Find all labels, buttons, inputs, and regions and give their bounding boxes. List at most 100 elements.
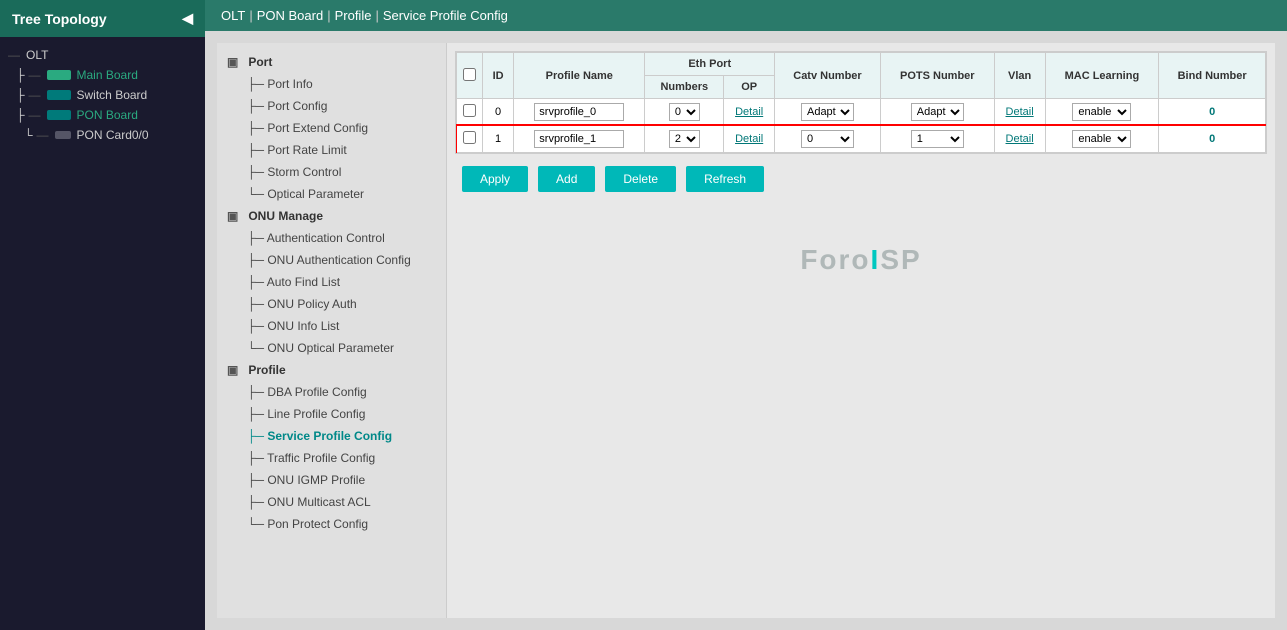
row1-profile-name-input[interactable] [534, 130, 624, 148]
row1-id: 1 [483, 126, 514, 153]
sidebar-item-olt[interactable]: — OLT [0, 45, 205, 65]
nav-dba-prefix: ├─ [247, 385, 267, 399]
main-board-device-icon [47, 70, 71, 80]
nav-port-rate-limit[interactable]: ├─ Port Rate Limit [217, 139, 446, 161]
nav-port-extend-config[interactable]: ├─ Port Extend Config [217, 117, 446, 139]
section-onu-manage[interactable]: ▣ ONU Manage [217, 205, 446, 227]
pon-card-label: PON Card0/0 [77, 128, 149, 142]
sidebar-header[interactable]: Tree Topology ◀ [0, 0, 205, 37]
nav-pon-protect-prefix: └─ [247, 517, 267, 531]
row1-mac-select[interactable]: enabledisable [1072, 130, 1131, 148]
nav-onu-auth-config[interactable]: ├─ ONU Authentication Config [217, 249, 446, 271]
row1-vlan-detail-btn[interactable]: Detail [1006, 133, 1034, 145]
row0-vlan-detail-btn[interactable]: Detail [1006, 106, 1034, 118]
row1-bind-number: 0 [1159, 126, 1266, 153]
nav-onu-optical-prefix: └─ [247, 341, 267, 355]
indent: ├ [16, 88, 25, 102]
breadcrumb: OLT | PON Board | Profile | Service Prof… [205, 0, 1287, 31]
row1-vlan-cell: Detail [994, 126, 1045, 153]
nav-port-config[interactable]: ├─ Port Config [217, 95, 446, 117]
breadcrumb-profile: Profile [335, 8, 372, 23]
section-profile-expand: ▣ [227, 363, 238, 377]
olt-label: OLT [26, 48, 48, 62]
sidebar-collapse-icon: ◀ [182, 10, 193, 27]
select-all-checkbox[interactable] [463, 68, 476, 81]
nav-onu-policy-auth[interactable]: ├─ ONU Policy Auth [217, 293, 446, 315]
watermark-pipe: I [871, 244, 881, 275]
row0-pots-select[interactable]: Adapt012 [911, 103, 964, 121]
breadcrumb-olt: OLT [221, 8, 245, 23]
switch-board-label: Switch Board [77, 88, 148, 102]
nav-traffic-profile-config[interactable]: ├─ Traffic Profile Config [217, 447, 446, 469]
row0-checkbox[interactable] [463, 104, 476, 117]
sidebar: Tree Topology ◀ — OLT ├ — Main Board ├ —… [0, 0, 205, 630]
nav-dba-profile-config[interactable]: ├─ DBA Profile Config [217, 381, 446, 403]
row1-eth-numbers-select[interactable]: 01234 [669, 130, 700, 148]
nav-service-profile-config[interactable]: ├─ Service Profile Config [217, 425, 446, 447]
nav-onu-multicast-prefix: ├─ [247, 495, 267, 509]
col-header-pots-number: POTS Number [880, 53, 994, 99]
nav-onu-igmp-prefix: ├─ [247, 473, 267, 487]
col-header-profile-name: Profile Name [514, 53, 645, 99]
row0-eth-numbers-cell: 01234 [645, 99, 724, 126]
tree-line-icon: — [8, 48, 20, 62]
row0-profile-name-input[interactable] [534, 103, 624, 121]
nav-optical-prefix: └─ [247, 187, 267, 201]
watermark-sp: SP [880, 244, 921, 275]
row0-eth-detail-btn[interactable]: Detail [735, 106, 763, 118]
nav-onu-igmp-profile[interactable]: ├─ ONU IGMP Profile [217, 469, 446, 491]
sidebar-item-switch-board[interactable]: ├ — Switch Board [0, 85, 205, 105]
sidebar-item-main-board[interactable]: ├ — Main Board [0, 65, 205, 85]
section-port-expand: ▣ [227, 55, 238, 69]
sidebar-item-pon-board[interactable]: ├ — PON Board [0, 105, 205, 125]
sidebar-title: Tree Topology [12, 11, 107, 27]
row1-select-cell [457, 126, 483, 153]
nav-onu-multicast-acl[interactable]: ├─ ONU Multicast ACL [217, 491, 446, 513]
indent: ├ [16, 108, 25, 122]
nav-traffic-prefix: ├─ [247, 451, 267, 465]
refresh-button[interactable]: Refresh [686, 166, 764, 192]
row0-eth-numbers-select[interactable]: 01234 [669, 103, 700, 121]
apply-button[interactable]: Apply [462, 166, 528, 192]
nav-onu-info-list[interactable]: ├─ ONU Info List [217, 315, 446, 337]
row1-pots-select[interactable]: Adapt012 [911, 130, 964, 148]
section-profile[interactable]: ▣ Profile [217, 359, 446, 381]
pon-board-device-icon [47, 110, 71, 120]
row0-catv-select[interactable]: Adapt012 [801, 103, 854, 121]
row0-mac-select[interactable]: enabledisable [1072, 103, 1131, 121]
row0-pots-cell: Adapt012 [880, 99, 994, 126]
indent: └ [24, 128, 33, 142]
row1-eth-detail-btn[interactable]: Detail [735, 133, 763, 145]
nav-storm-control[interactable]: ├─ Storm Control [217, 161, 446, 183]
row1-profile-name-cell [514, 126, 645, 153]
col-header-catv-number: Catv Number [775, 53, 881, 99]
sidebar-item-pon-card[interactable]: └ — PON Card0/0 [0, 125, 205, 145]
col-header-id: ID [483, 53, 514, 99]
row0-bind-number: 0 [1159, 99, 1266, 126]
nav-service-prefix: ├─ [247, 429, 267, 443]
row1-catv-select[interactable]: Adapt012 [801, 130, 854, 148]
nav-optical-parameter[interactable]: └─ Optical Parameter [217, 183, 446, 205]
section-port[interactable]: ▣ Port [217, 51, 446, 73]
delete-button[interactable]: Delete [605, 166, 676, 192]
nav-line-profile-config[interactable]: ├─ Line Profile Config [217, 403, 446, 425]
nav-auth-control[interactable]: ├─ Authentication Control [217, 227, 446, 249]
nav-port-rate-prefix: ├─ [247, 143, 267, 157]
nav-onu-optical-param[interactable]: └─ ONU Optical Parameter [217, 337, 446, 359]
breadcrumb-service-profile: Service Profile Config [383, 8, 508, 23]
main-area: OLT | PON Board | Profile | Service Prof… [205, 0, 1287, 630]
add-button[interactable]: Add [538, 166, 595, 192]
nav-port-extend-prefix: ├─ [247, 121, 267, 135]
pon-board-label: PON Board [77, 108, 138, 122]
nav-auto-find-list[interactable]: ├─ Auto Find List [217, 271, 446, 293]
switch-board-device-icon [47, 90, 71, 100]
nav-port-info-prefix: ├─ [247, 77, 267, 91]
main-board-label: Main Board [77, 68, 138, 82]
nav-port-info[interactable]: ├─ Port Info [217, 73, 446, 95]
table-row: 1 01234 Detail [457, 126, 1266, 153]
row1-mac-cell: enabledisable [1045, 126, 1159, 153]
section-onu-expand: ▣ [227, 209, 238, 223]
watermark: ForoISP [455, 204, 1267, 296]
nav-pon-protect-config[interactable]: └─ Pon Protect Config [217, 513, 446, 535]
row1-checkbox[interactable] [463, 131, 476, 144]
